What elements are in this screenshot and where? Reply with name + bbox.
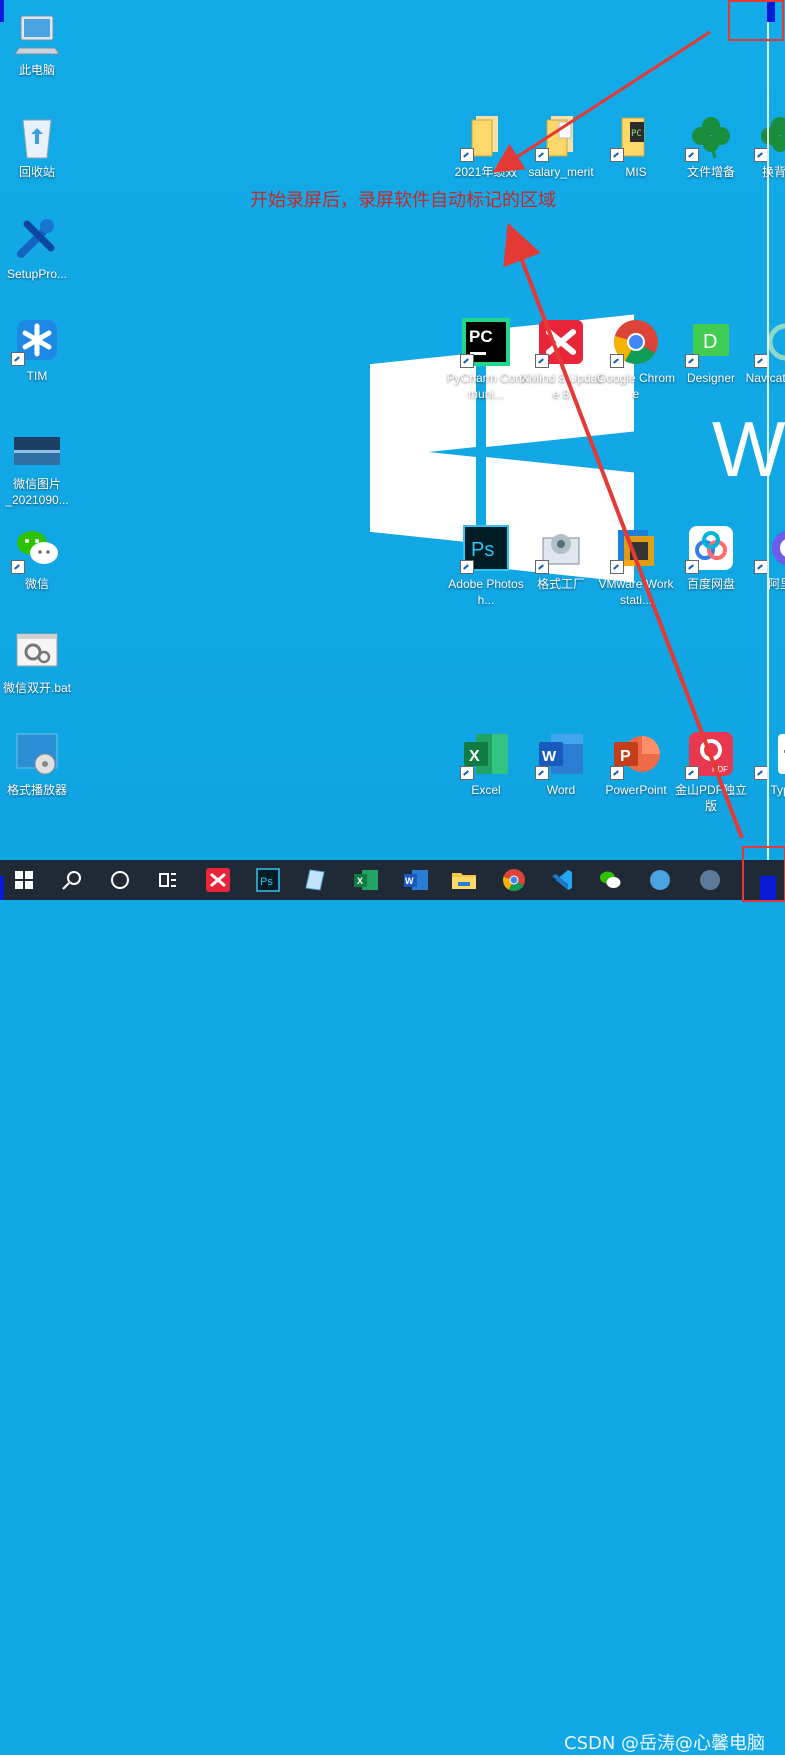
start-icon [15,871,33,889]
taskbar-photoshop[interactable]: Ps [248,860,288,900]
file-explorer-icon [452,873,476,889]
search-icon [62,871,81,890]
csdn-watermark: CSDN @岳涛@心馨电脑 [564,1733,766,1754]
taskbar-notepad[interactable] [296,860,336,900]
network-icon [700,870,720,890]
excel-icon: X [354,870,378,890]
highlight-box [742,846,785,902]
svg-text:Ps: Ps [260,876,273,888]
notepad-icon [305,869,325,891]
cortana-icon [111,871,129,889]
taskbar-file-explorer[interactable] [444,860,484,900]
taskbar-xmind[interactable] [198,860,238,900]
taskbar-word[interactable]: W [396,860,436,900]
search-button[interactable] [52,860,92,900]
arrow-to-top-marker [492,30,711,173]
photoshop-icon: Ps [256,868,280,892]
svg-text:X: X [357,876,363,886]
xmind-icon [206,868,230,892]
taskbar-chrome[interactable] [494,860,534,900]
taskbar-excel[interactable]: X [346,860,386,900]
task-view-icon [159,873,176,887]
start-button[interactable] [4,860,44,900]
arrow-to-bottom-marker [503,222,744,839]
app-icon [650,870,670,890]
wechat-icon [600,871,621,888]
taskbar-wechat[interactable] [590,860,630,900]
svg-text:W: W [405,876,414,886]
vscode-icon [552,870,572,890]
task-view-button[interactable] [148,860,188,900]
chrome-icon [503,869,525,891]
desktop: Wi 此电脑 回收站 SetupPro... TIM 微信图片 _2021090… [0,0,785,860]
cortana-button[interactable] [100,860,140,900]
taskbar-app[interactable] [640,860,680,900]
word-icon: W [404,870,428,890]
taskbar: Ps X W CSDN @岳涛@心馨电脑 [0,846,785,1754]
taskbar-network[interactable] [690,860,730,900]
taskbar-vscode[interactable] [542,860,582,900]
annotation-arrows [492,30,744,839]
